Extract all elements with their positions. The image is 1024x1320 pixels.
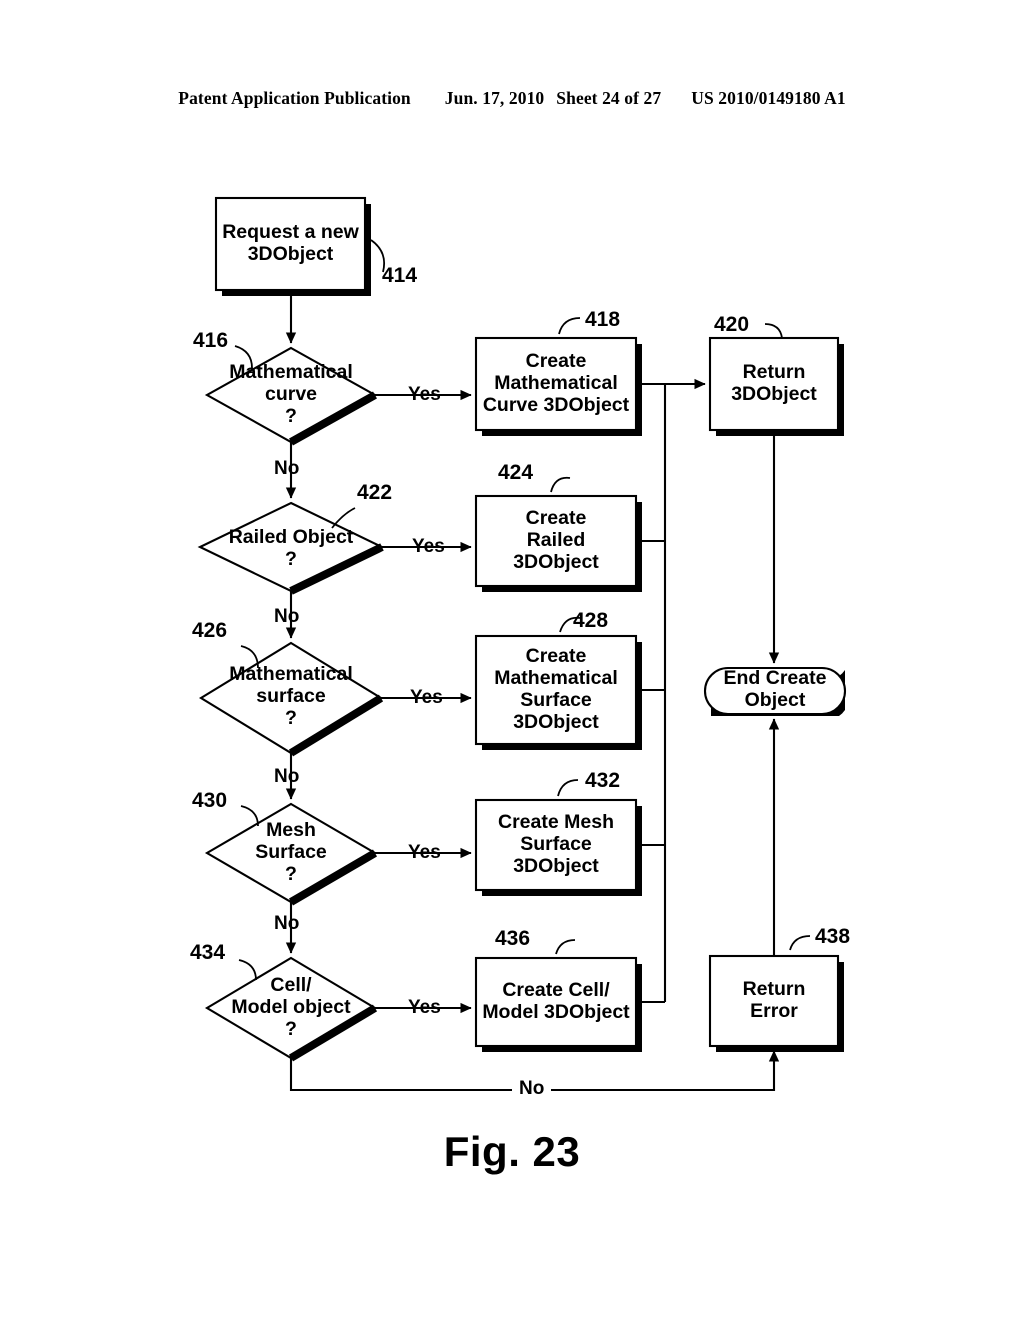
leader-436 [555,939,576,955]
ref-424: 424 [498,461,534,484]
terminator-end-create-object [703,666,847,716]
ref-428: 428 [573,609,609,632]
edge-label-yes-surface: Yes [410,687,443,708]
flowchart-canvas [197,196,847,1092]
edge-label-yes-cell: Yes [408,997,441,1018]
leader-416 [234,345,253,369]
ref-430: 430 [192,789,228,812]
edge-label-no-surface: No [274,766,300,787]
edge-label-yes-mesh: Yes [408,842,441,863]
patent-drawing-page: Patent Application Publication Jun. 17, … [0,0,1024,1320]
diamond-mathematical-surface [198,641,384,755]
leader-422 [331,507,356,529]
leader-432 [557,779,579,797]
ref-416: 416 [193,329,229,352]
diamond-mathematical-curve [204,346,378,444]
box-create-math-curve [474,336,638,432]
ref-420: 420 [714,313,750,336]
ref-438: 438 [815,925,851,948]
box-return-3dobject [708,336,840,432]
ref-414: 414 [382,264,418,287]
figure-caption: Fig. 23 [443,1128,581,1175]
edge-label-no-curve: No [274,458,300,479]
leader-438 [789,935,811,951]
edge-label-yes-railed: Yes [412,536,445,557]
ref-436: 436 [495,927,531,950]
box-create-railed [474,494,638,588]
leader-430 [240,805,259,827]
diamond-railed-object [197,501,385,593]
diamond-cell-model-object [204,956,378,1060]
leader-434 [238,959,257,981]
diamond-mesh-surface [204,802,378,904]
ref-422: 422 [357,481,393,504]
leader-424 [550,476,571,493]
box-create-mesh-surface [474,798,638,892]
edge-label-yes-curve: Yes [408,384,441,405]
box-create-math-surface [474,634,638,746]
edge-label-no-railed: No [274,606,300,627]
ref-418: 418 [585,308,621,331]
ref-426: 426 [192,619,228,642]
box-request-3dobject [214,196,367,292]
edge-label-no-mesh: No [274,913,300,934]
ref-434: 434 [190,941,226,964]
ref-432: 432 [585,769,621,792]
box-return-error [708,954,840,1048]
leader-420 [764,323,783,339]
leader-418 [558,317,581,335]
box-create-cell-model [474,956,638,1048]
edge-label-no-cell: No [512,1078,552,1100]
